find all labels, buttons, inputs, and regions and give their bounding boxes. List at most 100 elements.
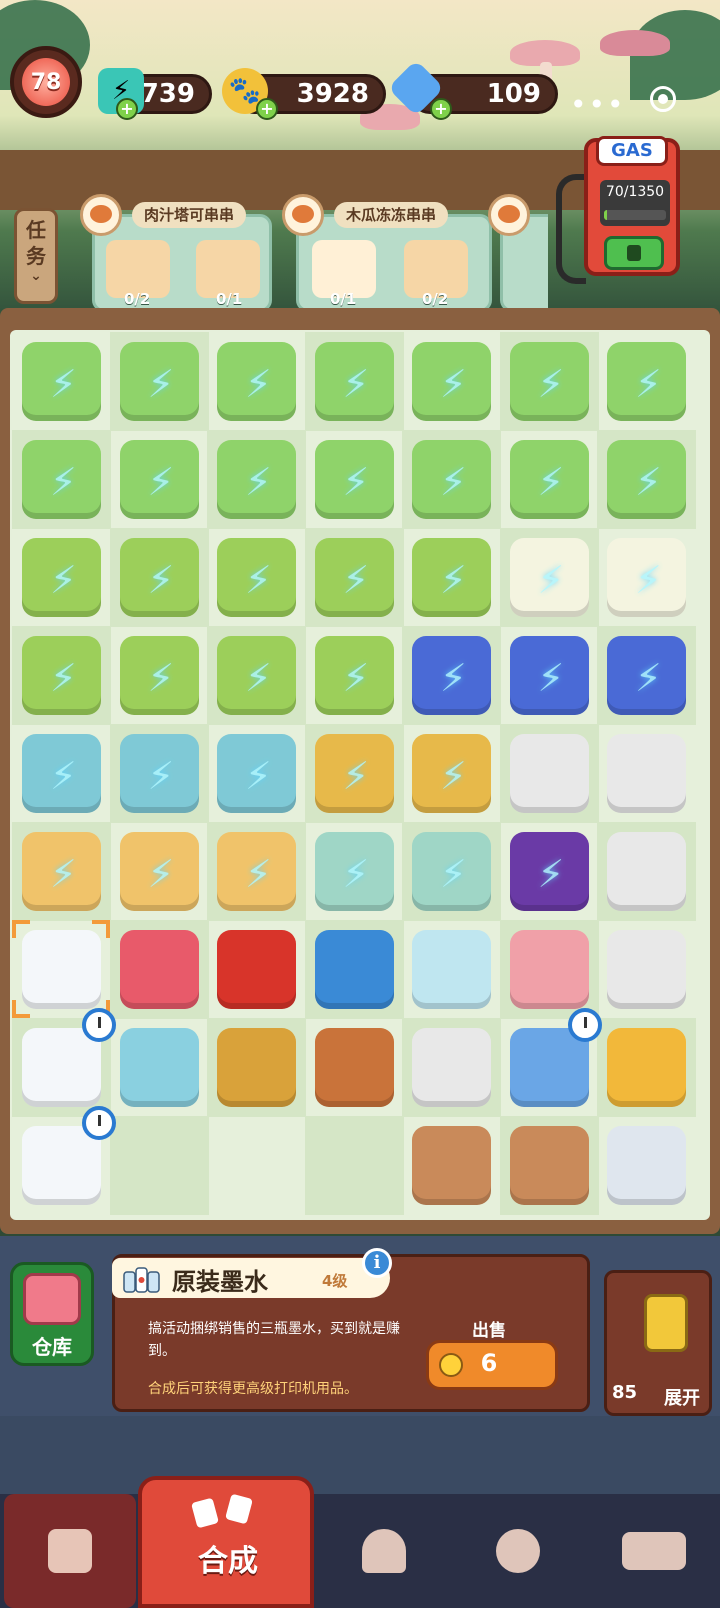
board-cell[interactable] <box>304 1116 404 1215</box>
board-cell[interactable] <box>597 528 696 627</box>
bamboo-item-icon[interactable] <box>314 636 394 715</box>
basket-item-icon[interactable] <box>314 734 394 813</box>
board-cell[interactable] <box>109 528 209 627</box>
board-cell[interactable] <box>499 1116 599 1215</box>
board-cell[interactable] <box>402 332 501 431</box>
gong-item-icon[interactable] <box>509 832 589 911</box>
board-cell[interactable] <box>499 724 599 823</box>
acorn-item-icon[interactable] <box>412 1126 491 1205</box>
drone-item-icon[interactable] <box>607 342 686 421</box>
board-cell[interactable] <box>109 332 209 431</box>
drone-item-icon[interactable] <box>314 440 394 519</box>
ore-item-icon[interactable] <box>607 1126 686 1205</box>
nav-shop[interactable] <box>4 1494 136 1608</box>
board-cell[interactable] <box>402 724 501 823</box>
bamboo-item-icon[interactable] <box>119 538 199 617</box>
board-cell[interactable] <box>402 528 501 627</box>
board-cell[interactable] <box>499 528 599 627</box>
board-cell[interactable] <box>304 528 404 627</box>
bamboo-item-icon[interactable] <box>217 636 296 715</box>
locker-item-icon[interactable] <box>22 734 101 813</box>
hotpot-item-icon[interactable] <box>412 832 491 911</box>
info-icon[interactable]: i <box>362 1248 392 1278</box>
locker-item-icon[interactable] <box>119 734 199 813</box>
drone-item-icon[interactable] <box>509 440 589 519</box>
flower-tree-item-icon[interactable] <box>509 538 589 617</box>
board-cell[interactable] <box>12 528 111 627</box>
cart-item-icon[interactable] <box>217 832 296 911</box>
board-cell[interactable] <box>109 1116 209 1215</box>
board-cell[interactable] <box>500 626 599 725</box>
board-cell[interactable] <box>305 430 404 529</box>
cart-item-icon[interactable] <box>119 832 199 911</box>
bamboo-item-icon[interactable] <box>22 636 101 715</box>
board-cell[interactable] <box>110 430 209 529</box>
board-cell[interactable] <box>597 332 696 431</box>
bamboo-item-icon[interactable] <box>217 538 296 617</box>
board-cell[interactable] <box>12 626 111 725</box>
drone-item-icon[interactable] <box>217 342 296 421</box>
add-gem-button[interactable]: + <box>430 98 452 120</box>
player-level-badge[interactable]: 78 <box>10 46 82 118</box>
printer-item-icon[interactable] <box>607 930 686 1009</box>
drone-item-icon[interactable] <box>22 440 101 519</box>
board-cell[interactable] <box>402 1018 501 1117</box>
target-icon[interactable] <box>650 86 676 112</box>
ink-bottle-item-icon[interactable] <box>22 1028 101 1107</box>
printer-item-icon[interactable] <box>509 734 589 813</box>
board-cell[interactable] <box>207 1116 306 1215</box>
board-cell[interactable] <box>12 822 111 921</box>
board-cell[interactable] <box>402 822 501 921</box>
ink-bottle-item-icon[interactable] <box>22 1126 101 1205</box>
gas-refill-button[interactable] <box>604 236 664 270</box>
board-cell[interactable] <box>597 430 696 529</box>
board-cell[interactable] <box>304 920 404 1019</box>
board-cell[interactable] <box>402 1116 501 1215</box>
board-cell[interactable] <box>207 1018 306 1117</box>
fish-tank-item-icon[interactable] <box>412 930 491 1009</box>
board-cell[interactable] <box>304 724 404 823</box>
spellbook-item-icon[interactable] <box>412 636 491 715</box>
golden-rock-item-icon[interactable] <box>217 1028 296 1107</box>
board-cell[interactable] <box>402 920 501 1019</box>
printer-item-icon[interactable] <box>607 734 686 813</box>
add-energy-button[interactable]: + <box>116 98 138 120</box>
bamboo-item-icon[interactable] <box>119 636 199 715</box>
board-cell[interactable] <box>207 626 306 725</box>
drone-item-icon[interactable] <box>412 342 491 421</box>
board-cell[interactable] <box>305 626 404 725</box>
board-cell[interactable] <box>207 920 306 1019</box>
ink-cartridge-item-icon[interactable] <box>412 1028 491 1107</box>
acorn-item-icon[interactable] <box>509 1126 589 1205</box>
spellbook-item-icon[interactable] <box>607 636 686 715</box>
board-cell[interactable] <box>304 332 404 431</box>
board-cell[interactable] <box>110 626 209 725</box>
flower-tree-item-icon[interactable] <box>607 538 686 617</box>
board-cell[interactable] <box>499 920 599 1019</box>
board-cell[interactable] <box>109 724 209 823</box>
board-cell[interactable] <box>110 822 209 921</box>
board-cell[interactable] <box>305 822 404 921</box>
sell-button[interactable]: 6 <box>426 1340 558 1390</box>
nav-restaurant[interactable] <box>318 1494 450 1608</box>
board-cell[interactable] <box>207 430 306 529</box>
board-cell[interactable] <box>109 920 209 1019</box>
hotpot-item-icon[interactable] <box>314 832 394 911</box>
task-tab[interactable]: 任务 ⌄ <box>14 208 58 304</box>
locker-item-icon[interactable] <box>217 734 296 813</box>
add-paw-coin-button[interactable]: + <box>256 98 278 120</box>
board-cell[interactable] <box>12 332 111 431</box>
drone-item-icon[interactable] <box>217 440 296 519</box>
board-cell[interactable] <box>597 724 696 823</box>
board-cell[interactable] <box>499 332 599 431</box>
board-cell[interactable] <box>597 1116 696 1215</box>
xi-sign-item-icon[interactable] <box>217 930 296 1009</box>
bamboo-item-icon[interactable] <box>412 538 491 617</box>
board-cell[interactable] <box>402 430 501 529</box>
board-cell[interactable] <box>597 920 696 1019</box>
board-cell[interactable] <box>12 430 111 529</box>
drone-item-icon[interactable] <box>314 342 394 421</box>
drone-item-icon[interactable] <box>607 440 686 519</box>
drone-item-icon[interactable] <box>22 342 101 421</box>
board-cell[interactable] <box>12 724 111 823</box>
